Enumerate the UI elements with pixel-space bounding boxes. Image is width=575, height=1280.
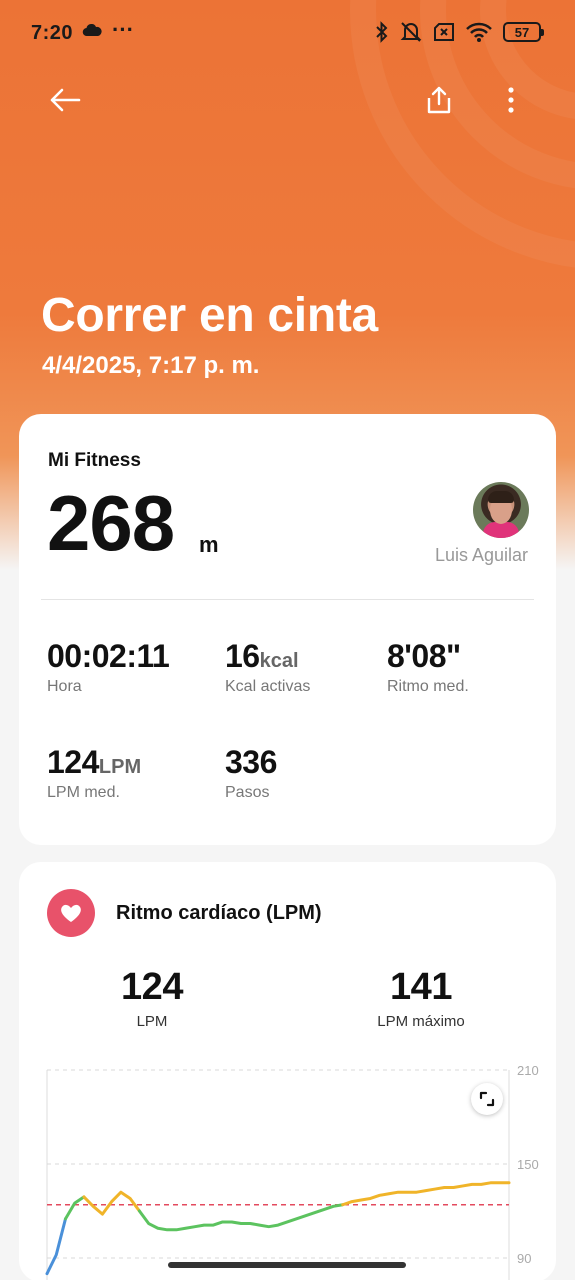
- more-notifications-icon: ···: [112, 17, 134, 42]
- y-tick-label: 210: [517, 1063, 539, 1078]
- divider: [41, 599, 534, 600]
- stat-unit: LPM: [98, 756, 142, 778]
- stat-steps: 336 Pasos: [225, 744, 277, 802]
- stat-value: 00:02:11: [47, 638, 170, 674]
- y-tick-label: 90: [517, 1251, 531, 1266]
- page-title: Correr en cinta: [41, 289, 378, 342]
- heart-rate-line-segment: [137, 1203, 345, 1232]
- heart-rate-title: Ritmo cardíaco (LPM): [116, 902, 322, 924]
- max-heart-rate-value: 141: [390, 966, 452, 1008]
- distance-unit: m: [199, 532, 219, 557]
- stat-label: Hora: [47, 678, 82, 695]
- stat-label: LPM med.: [47, 784, 120, 801]
- stat-label: Pasos: [225, 784, 270, 801]
- battery-icon: 57: [503, 22, 544, 42]
- mute-icon: [400, 22, 422, 42]
- distance-value: 268: [47, 479, 175, 567]
- more-options-button[interactable]: [489, 80, 533, 120]
- max-heart-rate-label: LPM máximo: [377, 1013, 465, 1030]
- heart-rate-line-segment: [341, 1181, 511, 1207]
- heart-rate-line-segment: [82, 1190, 141, 1216]
- stat-pace: 8'08" Ritmo med.: [387, 638, 469, 696]
- expand-icon: [479, 1091, 495, 1107]
- avg-heart-rate-label: LPM: [136, 1013, 168, 1030]
- stat-value: 16: [225, 638, 260, 674]
- stat-value: 8'08": [387, 638, 461, 674]
- status-time: 7:20: [31, 22, 74, 44]
- y-tick-label: 150: [517, 1157, 539, 1172]
- stat-label: Ritmo med.: [387, 678, 469, 695]
- heart-rate-card[interactable]: Ritmo cardíaco (LPM) 124 LPM 141 LPM máx…: [19, 862, 556, 1280]
- no-sim-icon: [434, 23, 454, 41]
- heart-rate-line-segment: [63, 1195, 86, 1221]
- avatar[interactable]: [473, 482, 529, 538]
- stat-value: 336: [225, 744, 277, 780]
- source-app-name: Mi Fitness: [48, 450, 141, 471]
- avg-heart-rate-value: 124: [121, 966, 183, 1008]
- wifi-icon: [466, 22, 492, 42]
- bluetooth-icon: [376, 21, 388, 43]
- stat-unit: kcal: [259, 650, 299, 672]
- cloud-icon: [82, 24, 102, 36]
- expand-chart-button[interactable]: [471, 1083, 503, 1115]
- back-button[interactable]: [43, 80, 87, 120]
- avg-heart-rate: 124 LPM: [72, 966, 232, 1030]
- stat-label: Kcal activas: [225, 678, 311, 695]
- home-indicator[interactable]: [168, 1262, 406, 1268]
- heart-icon: [47, 889, 95, 937]
- share-button[interactable]: [417, 80, 461, 120]
- more-vertical-icon: [508, 87, 514, 113]
- battery-level: 57: [514, 24, 530, 40]
- stat-duration: 00:02:11 Hora: [47, 638, 170, 696]
- share-icon: [427, 86, 451, 114]
- user-name: Luis Aguilar: [434, 545, 528, 565]
- summary-card: Mi Fitness 268 m Luis Aguilar 00:02:11 H…: [19, 414, 556, 845]
- workout-datetime: 4/4/2025, 7:17 p. m.: [42, 352, 260, 379]
- stat-avg-heart-rate: 124LPM LPM med.: [47, 744, 141, 802]
- stat-value: 124: [47, 744, 99, 780]
- heart-rate-line-segment: [45, 1217, 67, 1276]
- arrow-left-icon: [50, 88, 81, 112]
- status-bar: 7:20 ··· 57: [0, 0, 575, 66]
- max-heart-rate: 141 LPM máximo: [341, 966, 501, 1030]
- stat-calories: 16kcal Kcal activas: [225, 638, 310, 696]
